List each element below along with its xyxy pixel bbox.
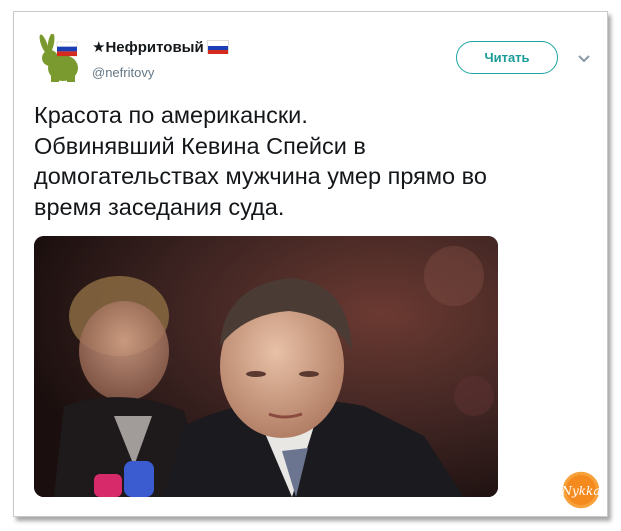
tweet-line: Обвинявший Кевина Спейси в bbox=[34, 132, 366, 159]
tweet-photo[interactable] bbox=[34, 236, 498, 497]
photo-image bbox=[34, 236, 498, 497]
display-name-text: ★Нефритовый bbox=[92, 39, 204, 56]
watermark-logo: Nykka bbox=[561, 470, 601, 510]
rabbit-avatar-icon bbox=[39, 33, 78, 82]
russian-flag-icon bbox=[206, 40, 229, 54]
avatar[interactable] bbox=[33, 33, 85, 86]
tweet-card: ★Нефритовый @nefritovy Читать Красота по… bbox=[13, 11, 608, 517]
tweet-text: Красота по американски. Обвинявший Кевин… bbox=[34, 100, 594, 222]
display-name[interactable]: ★Нефритовый bbox=[92, 38, 229, 56]
tweet-line: Красота по американски. bbox=[34, 102, 308, 128]
tweet-line: время заседания суда. bbox=[34, 193, 285, 220]
follow-button[interactable]: Читать bbox=[456, 41, 558, 74]
user-handle[interactable]: @nefritovy bbox=[92, 65, 154, 80]
svg-text:Nykka: Nykka bbox=[561, 484, 600, 498]
chevron-down-icon[interactable] bbox=[576, 52, 592, 66]
tweet-line: домогательствах мужчина умер прямо во bbox=[34, 163, 487, 189]
